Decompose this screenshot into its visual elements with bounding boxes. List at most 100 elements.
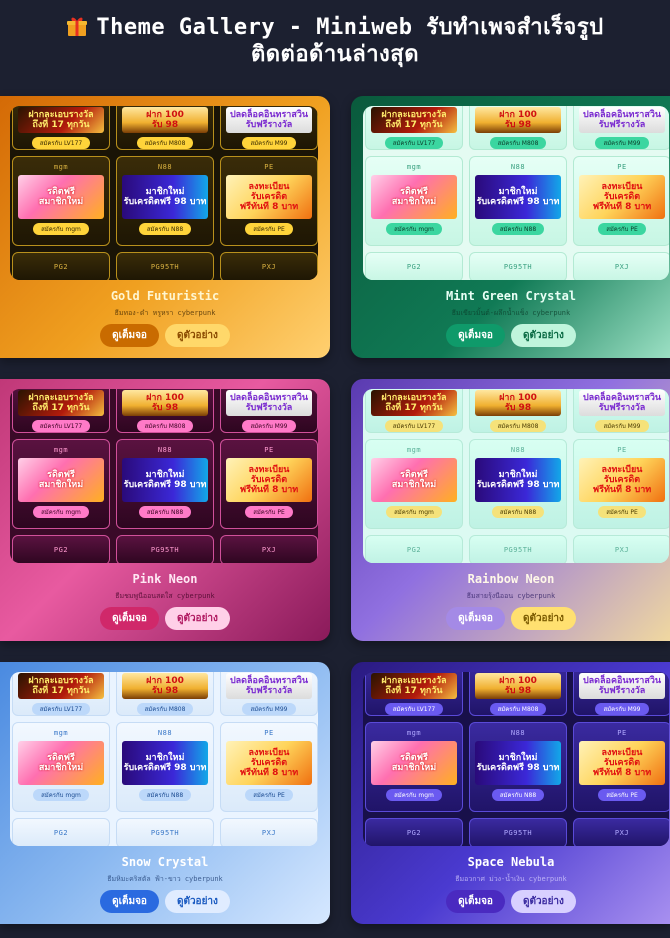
signup-pill[interactable]: สมัครกับ M99 xyxy=(242,703,296,715)
signup-pill[interactable]: สมัครกับ PE xyxy=(245,506,293,518)
signup-pill[interactable]: สมัครกับ LV177 xyxy=(384,137,444,149)
signup-pill[interactable]: สมัครกับ M99 xyxy=(242,420,296,432)
signup-pill[interactable]: สมัครกับ M808 xyxy=(136,137,194,149)
banner-text: รดิตฟรี สมาชิกใหม่ xyxy=(38,470,84,490)
signup-pill[interactable]: สมัครกับ M808 xyxy=(136,703,194,715)
signup-pill[interactable]: สมัครกับ N88 xyxy=(491,223,545,235)
promo-banner: ปลดล็อคอินทราสวิน รับฟรีรางวัล xyxy=(579,673,665,699)
view-example-button[interactable]: ดูตัวอย่าง xyxy=(164,890,230,913)
promo-banner: รดิตฟรี สมาชิกใหม่ xyxy=(18,458,104,502)
theme-card[interactable]: ฝากละเอบรางวัล ถึงที่ 17 ทุกวัน สมัครกับ … xyxy=(0,379,330,641)
preview-tile: PXJ xyxy=(220,535,318,563)
banner-text: ปลดล็อคอินทราสวิน รับฟรีรางวัล xyxy=(582,676,662,696)
view-example-button[interactable]: ดูตัวอย่าง xyxy=(510,607,576,630)
signup-pill[interactable]: สมัครกับ PE xyxy=(598,506,646,518)
preview-tile: N88 มาชิกใหม่ รับเครดิตฟรี 98 บาท สมัครกับ… xyxy=(469,439,567,529)
preview-tile: PE ลงทะเบียน รับเครดิต ฟรีทันที 8 บาท สมัค… xyxy=(573,439,669,529)
signup-pill[interactable]: สมัครกับ M808 xyxy=(489,703,547,715)
signup-pill[interactable]: สมัครกับ PE xyxy=(245,789,293,801)
tile-name: N88 xyxy=(157,729,173,737)
preview-tile: ปลดล็อคอินทราสวิน รับฟรีรางวัลสมัครกับ M… xyxy=(573,672,669,716)
signup-pill[interactable]: สมัครกับ M808 xyxy=(136,420,194,432)
preview-tile: PXJ xyxy=(573,535,669,563)
preview-tile: PE ลงทะเบียน รับเครดิต ฟรีทันที 8 บาท สมัค… xyxy=(220,156,318,246)
signup-pill[interactable]: สมัครกับ mgm xyxy=(386,506,442,518)
view-fullscreen-button[interactable]: ดูเต็มจอ xyxy=(446,890,505,913)
view-example-button[interactable]: ดูตัวอย่าง xyxy=(164,324,230,347)
theme-preview[interactable]: ฝากละเอบรางวัล ถึงที่ 17 ทุกวัน สมัครกับ … xyxy=(10,106,318,280)
signup-pill[interactable]: สมัครกับ N88 xyxy=(138,789,192,801)
view-example-button[interactable]: ดูตัวอย่าง xyxy=(510,324,576,347)
signup-pill[interactable]: สมัครกับ M99 xyxy=(595,137,649,149)
tile-name: PE xyxy=(617,446,627,454)
tile-name: PXJ xyxy=(614,546,630,554)
theme-card[interactable]: ฝากละเอบรางวัล ถึงที่ 17 ทุกวัน สมัครกับ … xyxy=(0,662,330,924)
view-fullscreen-button[interactable]: ดูเต็มจอ xyxy=(100,890,159,913)
signup-pill[interactable]: สมัครกับ M808 xyxy=(489,420,547,432)
promo-banner: ปลดล็อคอินทราสวิน รับฟรีรางวัล xyxy=(226,390,312,416)
theme-preview[interactable]: ฝากละเอบรางวัล ถึงที่ 17 ทุกวัน สมัครกับ … xyxy=(10,389,318,563)
signup-pill[interactable]: สมัครกับ LV177 xyxy=(31,420,91,432)
theme-card[interactable]: ฝากละเอบรางวัล ถึงที่ 17 ทุกวัน สมัครกับ … xyxy=(351,379,670,641)
theme-card[interactable]: ฝากละเอบรางวัล ถึงที่ 17 ทุกวันสมัครกับ … xyxy=(351,96,670,358)
promo-banner: ปลดล็อคอินทราสวิน รับฟรีรางวัล xyxy=(226,107,312,133)
theme-preview[interactable]: ฝากละเอบรางวัล ถึงที่ 17 ทุกวัน สมัครกับ … xyxy=(363,672,669,846)
promo-banner: รดิตฟรี สมาชิกใหม่ xyxy=(371,741,457,785)
view-fullscreen-button[interactable]: ดูเต็มจอ xyxy=(446,324,505,347)
view-fullscreen-button[interactable]: ดูเต็มจอ xyxy=(100,324,159,347)
preview-tile: PG2 xyxy=(12,252,110,280)
tile-name: N88 xyxy=(157,446,173,454)
promo-banner: รดิตฟรี สมาชิกใหม่ xyxy=(371,458,457,502)
view-fullscreen-button[interactable]: ดูเต็มจอ xyxy=(446,607,505,630)
page-title: Theme Gallery - Miniweb รับทำเพจสำเร็จรู… xyxy=(66,14,603,68)
signup-pill[interactable]: สมัครกับ LV177 xyxy=(31,137,91,149)
signup-pill[interactable]: สมัครกับ M99 xyxy=(595,703,649,715)
theme-card[interactable]: ฝากละเอบรางวัล ถึงที่ 17 ทุกวัน สมัครกับ … xyxy=(351,662,670,924)
preview-tile: ฝากละเอบรางวัล ถึงที่ 17 ทุกวัน สมัครกับ … xyxy=(365,672,463,716)
view-fullscreen-button[interactable]: ดูเต็มจอ xyxy=(100,607,159,630)
preview-tile: PG95TH xyxy=(469,535,567,563)
signup-pill[interactable]: สมัครกับ M99 xyxy=(595,420,649,432)
theme-title: Pink Neon xyxy=(132,572,198,586)
promo-banner: ลงทะเบียน รับเครดิต ฟรีทันที 8 บาท xyxy=(579,175,665,219)
signup-pill[interactable]: สมัครกับ mgm xyxy=(33,789,89,801)
signup-pill[interactable]: สมัครกับ N88 xyxy=(491,506,545,518)
signup-pill[interactable]: สมัครกับ PE xyxy=(598,789,646,801)
tile-name: PG95TH xyxy=(150,829,180,837)
view-example-button[interactable]: ดูตัวอย่าง xyxy=(510,890,576,913)
signup-pill[interactable]: สมัครกับ PE xyxy=(245,223,293,235)
theme-preview[interactable]: ฝากละเอบรางวัล ถึงที่ 17 ทุกวันสมัครกับ … xyxy=(363,106,669,280)
banner-text: ฝากละเอบรางวัล ถึงที่ 17 ทุกวัน xyxy=(381,110,447,130)
banner-text: มาชิกใหม่ รับเครดิตฟรี 98 บาท xyxy=(123,187,207,207)
tile-name: PG2 xyxy=(53,263,69,271)
signup-pill[interactable]: สมัครกับ mgm xyxy=(386,223,442,235)
theme-actions: ดูเต็มจอ ดูตัวอย่าง xyxy=(0,890,330,913)
signup-pill[interactable]: สมัครกับ mgm xyxy=(33,223,89,235)
preview-tile: ฝากละเอบรางวัล ถึงที่ 17 ทุกวันสมัครกับ … xyxy=(365,106,463,150)
signup-pill[interactable]: สมัครกับ LV177 xyxy=(31,703,91,715)
theme-card[interactable]: ฝากละเอบรางวัล ถึงที่ 17 ทุกวัน สมัครกับ … xyxy=(0,96,330,358)
signup-pill[interactable]: สมัครกับ mgm xyxy=(386,789,442,801)
tile-name: N88 xyxy=(157,163,173,171)
view-example-button[interactable]: ดูตัวอย่าง xyxy=(164,607,230,630)
tile-name: N88 xyxy=(510,446,526,454)
signup-pill[interactable]: สมัครกับ LV177 xyxy=(384,420,444,432)
signup-pill[interactable]: สมัครกับ N88 xyxy=(138,506,192,518)
tile-name: PE xyxy=(264,729,274,737)
theme-preview[interactable]: ฝากละเอบรางวัล ถึงที่ 17 ทุกวัน สมัครกับ … xyxy=(10,672,318,846)
tile-name: mgm xyxy=(406,446,422,454)
signup-pill[interactable]: สมัครกับ N88 xyxy=(138,223,192,235)
signup-pill[interactable]: สมัครกับ M808 xyxy=(489,137,547,149)
preview-tile: PXJ xyxy=(220,252,318,280)
signup-pill[interactable]: สมัครกับ mgm xyxy=(33,506,89,518)
promo-banner: ลงทะเบียน รับเครดิต ฟรีทันที 8 บาท xyxy=(226,458,312,502)
preview-tile: ปลดล็อคอินทราสวิน รับฟรีรางวัล สมัครกับ M… xyxy=(573,389,669,433)
signup-pill[interactable]: สมัครกับ M99 xyxy=(242,137,296,149)
theme-preview[interactable]: ฝากละเอบรางวัล ถึงที่ 17 ทุกวัน สมัครกับ … xyxy=(363,389,669,563)
signup-pill[interactable]: สมัครกับ LV177 xyxy=(384,703,444,715)
theme-actions: ดูเต็มจอ ดูตัวอย่าง xyxy=(351,890,670,913)
tile-name: PG2 xyxy=(406,263,422,271)
signup-pill[interactable]: สมัครกับ N88 xyxy=(491,789,545,801)
signup-pill[interactable]: สมัครกับ PE xyxy=(598,223,646,235)
promo-banner: รดิตฟรี สมาชิกใหม่ xyxy=(18,741,104,785)
